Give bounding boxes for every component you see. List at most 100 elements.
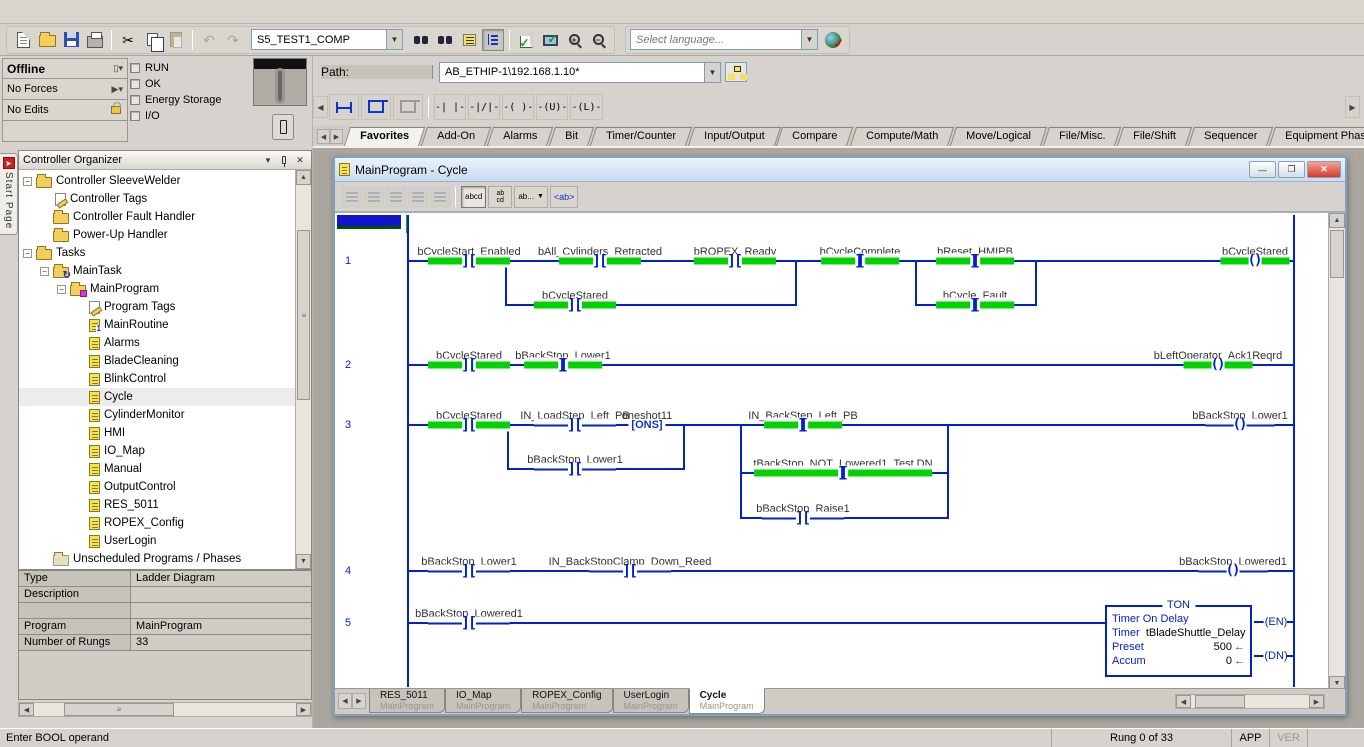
- cancel-edits-icon[interactable]: [364, 187, 384, 207]
- xic-contact[interactable]: ][: [428, 617, 510, 630]
- xio-contact[interactable]: ]/[: [821, 254, 899, 269]
- combo-dropdown-icon[interactable]: ▼: [704, 63, 720, 82]
- xic-contact[interactable]: ][: [428, 565, 510, 578]
- palette-scroll-right-icon[interactable]: ▶: [1345, 96, 1360, 118]
- ton-preset-value[interactable]: 500: [1214, 641, 1232, 653]
- verify-routine-icon[interactable]: [515, 29, 537, 51]
- wrap-tag-names-button[interactable]: abcd: [488, 186, 512, 208]
- xio-contact[interactable]: ]/[: [936, 298, 1014, 313]
- xic-contact[interactable]: ][: [762, 512, 844, 525]
- ote-coil[interactable]: (): [1221, 255, 1290, 268]
- path-combo[interactable]: AB_ETHIP-1\192.168.1.10* ▼: [439, 62, 721, 83]
- property-value[interactable]: 33: [131, 635, 311, 650]
- xic-contact[interactable]: ][: [534, 299, 616, 312]
- tree-item[interactable]: OutputControl: [19, 478, 295, 496]
- instruction-tab[interactable]: Timer/Counter: [590, 127, 692, 146]
- xic-instruction-button[interactable]: -| |-: [434, 94, 466, 120]
- tree-expander-icon[interactable]: [23, 249, 32, 258]
- scrollbar-thumb[interactable]: ≡: [64, 703, 174, 716]
- print-icon[interactable]: [84, 29, 106, 51]
- scroll-left-icon[interactable]: ◀: [1176, 695, 1191, 708]
- tab-scroll-buttons[interactable]: ◀▶: [338, 693, 366, 709]
- rung-number[interactable]: 4: [345, 565, 351, 577]
- program-selector-combo[interactable]: S5_TEST1_COMP ▼: [251, 29, 403, 50]
- language-selector-combo[interactable]: Select language... ▼: [630, 29, 818, 50]
- tree-expander-icon[interactable]: [40, 267, 49, 276]
- routine-tab[interactable]: UserLogin MainProgram: [613, 689, 689, 713]
- new-branch-level-button[interactable]: [393, 94, 423, 120]
- start-page-tab[interactable]: ➤ Start Page: [0, 153, 18, 235]
- scroll-up-icon[interactable]: ▲: [1329, 213, 1345, 228]
- tree-item[interactable]: MainRoutine: [19, 316, 295, 334]
- organizer-pin-icon[interactable]: [277, 153, 291, 167]
- instruction-tab[interactable]: File/Shift: [1117, 127, 1192, 146]
- paste-icon[interactable]: [165, 29, 187, 51]
- ote-coil[interactable]: (): [1184, 359, 1253, 372]
- tree-item[interactable]: IO_Map: [19, 442, 295, 460]
- routine-tab[interactable]: Cycle MainProgram: [689, 688, 765, 714]
- tree-item[interactable]: MainProgram: [19, 280, 295, 298]
- open-file-icon[interactable]: [36, 29, 58, 51]
- routine-tab[interactable]: RES_5011 MainProgram: [369, 689, 445, 713]
- routine-tab[interactable]: IO_Map MainProgram: [445, 689, 521, 713]
- ladder-vscrollbar[interactable]: ▲ ▼: [1328, 213, 1345, 691]
- ton-timer-operand[interactable]: tBladeShuttle_Delay: [1146, 627, 1246, 639]
- ladder-window-titlebar[interactable]: MainProgram - Cycle — ❐ ✕: [335, 158, 1345, 182]
- zoom-in-icon[interactable]: +: [563, 29, 585, 51]
- instruction-tab[interactable]: Compute/Math: [850, 127, 954, 146]
- palette-scroll-left-icon[interactable]: ◀: [313, 96, 328, 118]
- xic-contact[interactable]: ][: [559, 255, 641, 268]
- properties-hscrollbar[interactable]: ◀ ≡ ▶: [18, 702, 312, 717]
- menu-item[interactable]: [40, 9, 58, 15]
- instruction-tab[interactable]: Sequencer: [1188, 127, 1273, 146]
- tree-item[interactable]: Controller Tags: [19, 190, 295, 208]
- untest-edits-icon[interactable]: [430, 187, 450, 207]
- restore-icon[interactable]: ❐: [1278, 161, 1305, 178]
- tag-display-combo[interactable]: ab...▼: [514, 186, 548, 208]
- scroll-up-icon[interactable]: ▲: [296, 170, 311, 185]
- menu-item[interactable]: [22, 9, 40, 15]
- property-value[interactable]: [131, 603, 311, 618]
- xic-contact[interactable]: ][: [428, 359, 510, 372]
- otu-instruction-button[interactable]: -(U)-: [536, 94, 568, 120]
- instruction-tab[interactable]: Move/Logical: [950, 127, 1047, 146]
- ote-coil[interactable]: (): [1206, 419, 1275, 432]
- cross-reference-icon[interactable]: [458, 29, 480, 51]
- undo-icon[interactable]: ↶: [198, 29, 220, 51]
- ton-instruction-box[interactable]: TON Timer On Delay Timer tBladeShuttle_D…: [1105, 605, 1252, 677]
- xio-contact[interactable]: ]/[: [754, 466, 932, 481]
- browse-network-icon[interactable]: [725, 62, 747, 82]
- tree-item[interactable]: Cycle: [19, 388, 295, 406]
- instruction-tab[interactable]: Bit: [549, 127, 594, 146]
- xic-contact[interactable]: ][: [428, 255, 510, 268]
- tree-expander-icon[interactable]: [57, 285, 66, 294]
- xio-contact[interactable]: ]/[: [764, 418, 842, 433]
- tab-scroll-right-icon[interactable]: ▶: [330, 129, 343, 144]
- selected-rung-marker[interactable]: [337, 215, 401, 229]
- new-file-icon[interactable]: [12, 29, 34, 51]
- xio-contact[interactable]: ]/[: [524, 358, 602, 373]
- tree-item[interactable]: HMI: [19, 424, 295, 442]
- menu-item[interactable]: [58, 9, 76, 15]
- property-value[interactable]: Ladder Diagram: [131, 571, 311, 586]
- organizer-scrollbar[interactable]: ▲ ≡ ▼: [295, 170, 311, 569]
- instruction-tab[interactable]: Input/Output: [688, 127, 781, 146]
- mode-row[interactable]: Offline ▯▾: [2, 58, 128, 79]
- instruction-tab[interactable]: Favorites: [344, 127, 425, 146]
- tab-scroll-buttons[interactable]: ◀▶: [317, 129, 343, 144]
- verify-controller-icon[interactable]: [539, 29, 561, 51]
- tree-item[interactable]: BladeCleaning: [19, 352, 295, 370]
- instruction-tab[interactable]: Equipment Phase: [1269, 127, 1364, 146]
- ons-instruction[interactable]: [ONS]: [628, 419, 665, 431]
- scroll-right-icon[interactable]: ▶: [296, 703, 311, 716]
- tree-item[interactable]: MainTask: [19, 262, 295, 280]
- rung-number[interactable]: 3: [345, 419, 351, 431]
- xic-contact[interactable]: ][: [694, 255, 776, 268]
- tab-scroll-right-icon[interactable]: ▶: [352, 693, 366, 709]
- menu-item[interactable]: [94, 9, 112, 15]
- xic-contact[interactable]: ][: [534, 463, 616, 476]
- organizer-toggle-icon[interactable]: [482, 29, 504, 51]
- rung-number[interactable]: 5: [345, 617, 351, 629]
- cut-icon[interactable]: ✂: [117, 29, 139, 51]
- tree-item[interactable]: Tasks: [19, 244, 295, 262]
